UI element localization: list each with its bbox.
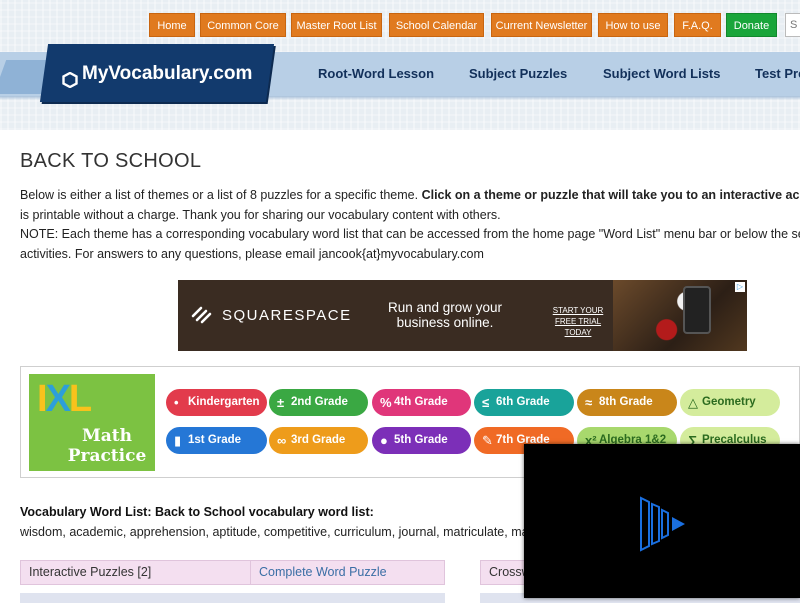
squarespace-icon bbox=[191, 306, 212, 324]
search-input[interactable]: S bbox=[785, 13, 800, 37]
squarespace-brand: SQUARESPACE bbox=[222, 306, 352, 324]
pill-label: 5th Grade bbox=[394, 434, 448, 446]
word-list-words: wisdom, academic, apprehension, aptitude… bbox=[20, 525, 529, 539]
pill-icon: ∞ bbox=[277, 433, 287, 448]
pill-icon: • bbox=[174, 395, 179, 410]
pill-icon: % bbox=[380, 395, 392, 410]
ixl-pill-4th-grade[interactable]: % 4th Grade bbox=[372, 389, 471, 416]
ixl-pill-1st-grade[interactable]: ▮ 1st Grade bbox=[166, 427, 267, 454]
video-player[interactable] bbox=[524, 444, 800, 598]
pill-label: 2nd Grade bbox=[291, 396, 348, 408]
note-line1: NOTE: Each theme has a corresponding voc… bbox=[20, 227, 800, 241]
squarespace-logo: SQUARESPACE bbox=[190, 305, 352, 325]
ixl-pill-geometry[interactable]: △ Geometry bbox=[680, 389, 780, 416]
ixl-pill-3rd-grade[interactable]: ∞ 3rd Grade bbox=[269, 427, 368, 454]
phone-image bbox=[683, 286, 711, 334]
top-nav-donate-button[interactable]: Donate bbox=[726, 13, 777, 37]
pill-label: 6th Grade bbox=[496, 396, 550, 408]
pill-icon: ✎ bbox=[482, 433, 493, 448]
pill-icon: ● bbox=[380, 433, 388, 448]
pill-icon: ± bbox=[277, 395, 285, 410]
intro-line1-bold: Click on a theme or puzzle that will tak… bbox=[421, 188, 800, 202]
intro-line2: is printable without a charge. Thank you… bbox=[20, 207, 501, 222]
ad-tagline: Run and grow your business online. bbox=[387, 300, 503, 330]
word-list-heading: Vocabulary Word List: Back to School voc… bbox=[20, 505, 374, 519]
pill-label: 3rd Grade bbox=[291, 434, 346, 446]
page-title: BACK TO SCHOOL bbox=[20, 150, 202, 172]
ad-image bbox=[613, 280, 747, 351]
pill-icon: ≤ bbox=[482, 395, 490, 410]
play-icon[interactable] bbox=[639, 496, 689, 552]
logo-text: MyVocabulary.com bbox=[82, 63, 253, 84]
main-nav-test-prep[interactable]: Test Pre bbox=[755, 62, 800, 86]
site-logo[interactable]: MyVocabulary.com bbox=[62, 58, 252, 90]
complete-word-puzzle-link[interactable]: Complete Word Puzzle bbox=[259, 560, 387, 585]
ixl-pill-kindergarten[interactable]: • Kindergarten bbox=[166, 389, 267, 416]
note-line2: activities. For answers to any questions… bbox=[20, 246, 484, 261]
top-nav-home[interactable]: Home bbox=[149, 13, 195, 37]
ixl-logo: IXL bbox=[37, 378, 92, 420]
main-nav-root-word-lesson[interactable]: Root-Word Lesson bbox=[318, 62, 434, 86]
pill-icon: ▮ bbox=[174, 433, 182, 448]
ixl-pill-8th-grade[interactable]: ≈8th Grade bbox=[577, 389, 677, 416]
top-nav-master-root-list[interactable]: Master Root List bbox=[291, 13, 382, 37]
pill-icon: △ bbox=[688, 395, 698, 410]
ixl-pill-5th-grade[interactable]: ● 5th Grade bbox=[372, 427, 471, 454]
intro-text: Below is either a list of themes or a li… bbox=[20, 186, 800, 264]
table-cell-label: Interactive Puzzles [2] bbox=[29, 565, 152, 579]
table-divider bbox=[250, 560, 251, 585]
top-nav-current-newsletter[interactable]: Current Newsletter bbox=[491, 13, 592, 37]
ixl-subtitle: Math Practice bbox=[67, 426, 147, 466]
hexagon-icon bbox=[62, 67, 78, 89]
pill-label: Geometry bbox=[702, 396, 756, 408]
top-nav-how-to-use[interactable]: How to use bbox=[598, 13, 668, 37]
ad-cta-link[interactable]: START YOUR FREE TRIAL TODAY bbox=[543, 305, 613, 338]
pill-label: 4th Grade bbox=[394, 396, 448, 408]
pill-label: 1st Grade bbox=[188, 434, 242, 446]
ixl-pill-6th-grade[interactable]: ≤6th Grade bbox=[474, 389, 574, 416]
ixl-logo-block: IXL Math Practice bbox=[29, 374, 155, 471]
squarespace-ad[interactable]: SQUARESPACE Run and grow your business o… bbox=[178, 280, 747, 351]
pill-label: Kindergarten bbox=[188, 396, 260, 408]
table-row-next bbox=[20, 593, 445, 603]
top-nav-faq[interactable]: F.A.Q. bbox=[674, 13, 721, 37]
main-nav-subject-word-lists[interactable]: Subject Word Lists bbox=[603, 62, 721, 86]
pill-label: 8th Grade bbox=[599, 396, 653, 408]
top-nav-common-core[interactable]: Common Core bbox=[200, 13, 286, 37]
top-nav-school-calendar[interactable]: School Calendar bbox=[389, 13, 484, 37]
ixl-pill-2nd-grade[interactable]: ±2nd Grade bbox=[269, 389, 368, 416]
intro-line1: Below is either a list of themes or a li… bbox=[20, 188, 422, 202]
adchoices-icon[interactable]: ▷ bbox=[735, 282, 745, 292]
pill-icon: ≈ bbox=[585, 395, 593, 410]
main-nav-subject-puzzles[interactable]: Subject Puzzles bbox=[469, 62, 567, 86]
